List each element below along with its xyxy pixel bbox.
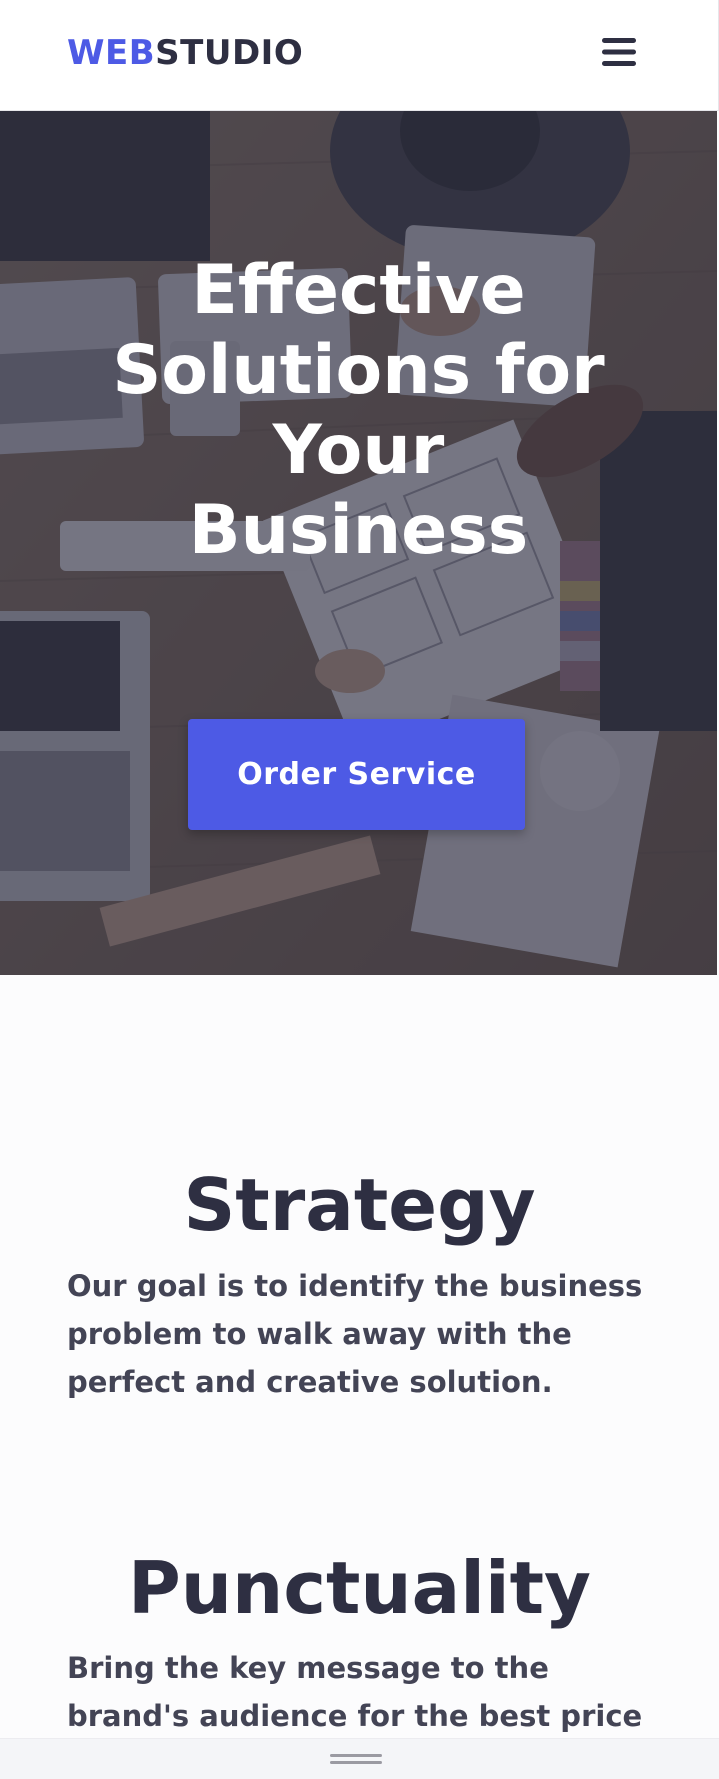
hero-title: Effective Solutions for Your Business [112,251,605,570]
logo-studio: STUDIO [155,33,304,73]
feature-title-punctuality: Punctuality [128,1546,591,1630]
hamburger-menu-icon[interactable] [598,31,640,73]
page: WEBSTUDIO Effective Solutions for Your B… [0,0,719,1779]
bottom-bar [0,1738,719,1779]
feature-title-strategy: Strategy [183,1163,536,1247]
feature-text-strategy: Our goal is to identify the business pro… [67,1269,643,1399]
logo-web: WEB [67,33,156,73]
hero-section: Effective Solutions for Your Business Or… [0,111,717,975]
order-service-button[interactable]: Order Service [188,719,525,830]
site-header: WEBSTUDIO [0,0,719,111]
logo[interactable]: WEBSTUDIO [67,30,303,76]
